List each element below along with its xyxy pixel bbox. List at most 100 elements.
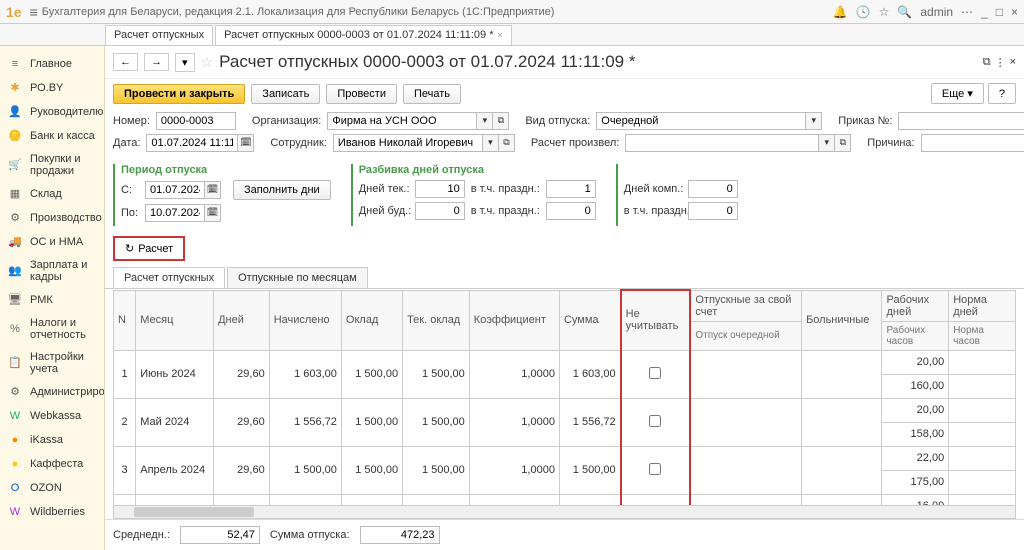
tab-close-icon[interactable]: ×	[498, 30, 503, 40]
exclude-checkbox[interactable]	[649, 415, 661, 427]
cell-exclude[interactable]	[621, 350, 691, 398]
sidebar-item-1[interactable]: ✱РО.BY	[0, 76, 104, 100]
tab-calc-list[interactable]: Расчет отпускных	[105, 25, 213, 45]
sidebar-item-8[interactable]: 👥Зарплата и кадры	[0, 254, 104, 288]
sidebar-item-0[interactable]: ≡Главное	[0, 52, 104, 76]
cur-field[interactable]	[415, 180, 465, 198]
cell-ndays	[949, 350, 1016, 374]
help-button[interactable]: ?	[988, 83, 1016, 104]
popout-icon[interactable]: ⧉	[983, 56, 991, 69]
sidebar-item-3[interactable]: 🪙Банк и касса	[0, 124, 104, 148]
sidebar-item-7[interactable]: 🚚ОС и НМА	[0, 230, 104, 254]
order-field[interactable]	[898, 112, 1024, 130]
work-field[interactable]	[415, 202, 465, 220]
comp-field[interactable]	[688, 180, 738, 198]
print-button[interactable]: Печать	[403, 84, 461, 104]
sidebar-item-17[interactable]: WWildberries	[0, 500, 104, 524]
bell-icon[interactable]: 🔔	[833, 5, 848, 19]
sidebar-item-6[interactable]: ⚙Производство	[0, 206, 104, 230]
fill-days-button[interactable]: Заполнить дни	[233, 180, 331, 200]
nav-fwd-button[interactable]: →	[144, 53, 169, 71]
hol2-field[interactable]	[546, 202, 596, 220]
sidebar-item-16[interactable]: OOZON	[0, 476, 104, 500]
cell-ndays	[949, 446, 1016, 470]
post-button[interactable]: Провести	[326, 84, 397, 104]
h-scrollbar[interactable]	[113, 505, 1016, 519]
to-label: По:	[121, 207, 139, 219]
nav-back-button[interactable]: ←	[113, 53, 138, 71]
number-field[interactable]	[156, 112, 236, 130]
emp-field[interactable]	[333, 134, 483, 152]
sidebar-item-5[interactable]: ▦Склад	[0, 182, 104, 206]
search-icon[interactable]: 🔍	[897, 5, 912, 19]
doc-close-icon[interactable]: ×	[1010, 56, 1016, 68]
subtab-monthly[interactable]: Отпускные по месяцам	[227, 267, 368, 288]
cell-exclude[interactable]	[621, 494, 691, 505]
sidebar-item-11[interactable]: 📋Настройки учета	[0, 346, 104, 380]
doc-menu-icon[interactable]: ⋮	[995, 56, 1006, 69]
cell-nhours	[949, 422, 1016, 446]
exclude-checkbox[interactable]	[649, 463, 661, 475]
date-picker-icon[interactable]: 🗓	[238, 134, 254, 152]
table-row[interactable]: 1Июнь 202429,601 603,001 500,001 500,001…	[114, 350, 1016, 374]
table-row[interactable]: 3Апрель 202429,601 500,001 500,001 500,0…	[114, 446, 1016, 470]
save-button[interactable]: Записать	[251, 84, 320, 104]
subtab-calc[interactable]: Расчет отпускных	[113, 267, 225, 288]
close-icon[interactable]: ×	[1011, 5, 1018, 19]
minimize-icon[interactable]: _	[981, 5, 988, 19]
reason-field[interactable]	[921, 134, 1024, 152]
maximize-icon[interactable]: □	[996, 5, 1003, 19]
sidebar-item-9[interactable]: 🖥РМК	[0, 288, 104, 312]
sidebar-item-2[interactable]: 👤Руководителю	[0, 100, 104, 124]
cell-accrued: 1 603,00	[269, 350, 341, 398]
calcby-dropdown-icon[interactable]: ▾	[819, 134, 835, 152]
sidebar-item-13[interactable]: WWebkassa	[0, 404, 104, 428]
star-icon[interactable]: ☆	[879, 5, 890, 19]
total-field[interactable]	[360, 526, 440, 544]
more-button[interactable]: Еще ▾	[931, 83, 984, 104]
cell-days: 29,60	[214, 494, 270, 505]
nav-dropdown-button[interactable]: ▾	[175, 53, 195, 72]
hol3-field[interactable]	[688, 202, 738, 220]
sidebar-icon: 👤	[8, 105, 22, 119]
calculate-button[interactable]: ↻ Расчет	[113, 236, 185, 261]
sidebar-item-12[interactable]: ⚙Администрирование	[0, 380, 104, 404]
table-row[interactable]: 4Март 202429,601 198,111 500,001 500,001…	[114, 494, 1016, 505]
org-field[interactable]	[327, 112, 477, 130]
sidebar-item-15[interactable]: ●Каффеста	[0, 452, 104, 476]
tab-calc-doc[interactable]: Расчет отпускных 0000-0003 от 01.07.2024…	[215, 25, 512, 45]
type-dropdown-icon[interactable]: ▾	[806, 112, 822, 130]
emp-open-icon[interactable]: ⧉	[499, 134, 515, 152]
doc-header: ← → ▾ ☆ Расчет отпускных 0000-0003 от 01…	[105, 46, 1024, 79]
cell-exclude[interactable]	[621, 398, 691, 446]
org-open-icon[interactable]: ⧉	[493, 112, 509, 130]
sidebar-item-4[interactable]: 🛒Покупки и продажи	[0, 148, 104, 182]
col-sum: Сумма	[559, 290, 620, 350]
cell-exclude[interactable]	[621, 446, 691, 494]
date-field[interactable]	[146, 134, 238, 152]
menu-dots-icon[interactable]: ⋯	[961, 5, 973, 19]
table-row[interactable]: 2Май 202429,601 556,721 500,001 500,001,…	[114, 398, 1016, 422]
favorite-icon[interactable]: ☆	[201, 54, 214, 71]
sidebar-label: Настройки учета	[30, 351, 96, 375]
to-calendar-icon[interactable]: 🗓	[205, 204, 221, 222]
cell-salary: 1 500,00	[341, 446, 402, 494]
post-and-close-button[interactable]: Провести и закрыть	[113, 84, 245, 104]
org-dropdown-icon[interactable]: ▾	[477, 112, 493, 130]
calcby-field[interactable]	[625, 134, 819, 152]
type-field[interactable]	[596, 112, 806, 130]
hol1-field[interactable]	[546, 180, 596, 198]
history-icon[interactable]: 🕓	[856, 5, 871, 19]
from-calendar-icon[interactable]: 🗓	[205, 181, 221, 199]
emp-dropdown-icon[interactable]: ▾	[483, 134, 499, 152]
total-label: Сумма отпуска:	[270, 529, 350, 541]
sidebar-item-14[interactable]: ●iKassa	[0, 428, 104, 452]
cell-sick	[802, 398, 882, 446]
from-field[interactable]	[145, 181, 205, 199]
menu-icon[interactable]: ≡	[30, 4, 38, 20]
to-field[interactable]	[145, 204, 205, 222]
exclude-checkbox[interactable]	[649, 367, 661, 379]
avg-field[interactable]	[180, 526, 260, 544]
sidebar-item-10[interactable]: %Налоги и отчетность	[0, 312, 104, 346]
calcby-open-icon[interactable]: ⧉	[835, 134, 851, 152]
